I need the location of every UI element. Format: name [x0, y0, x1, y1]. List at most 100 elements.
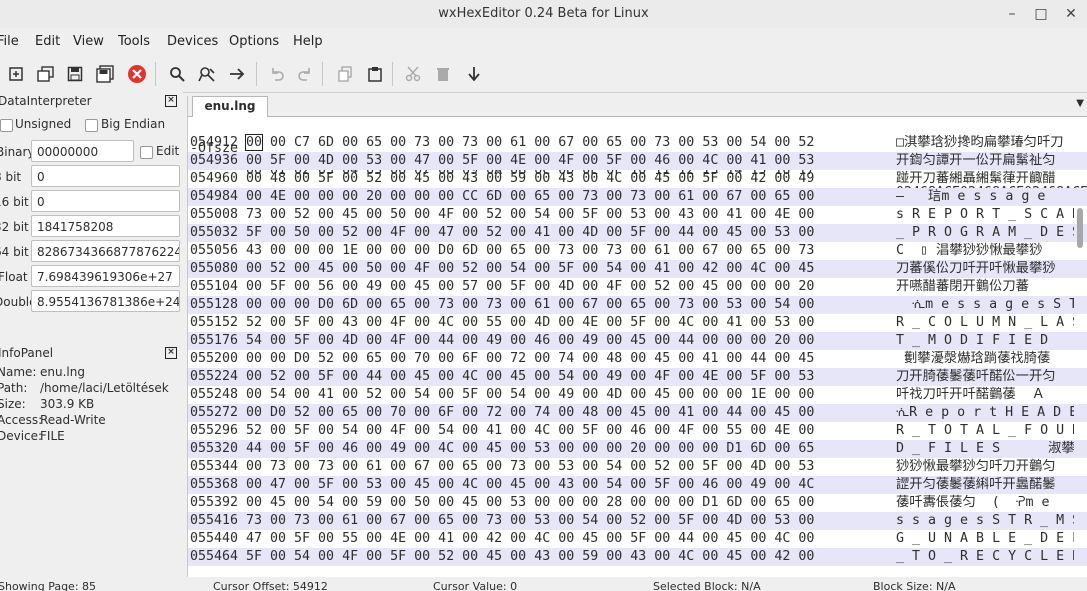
- goto-icon[interactable]: [224, 61, 250, 87]
- row-text[interactable]: 䔀吀夀倀䔀匀 ( ᣑm e: [896, 494, 1074, 512]
- hex-cursor[interactable]: 00: [244, 134, 264, 151]
- row-hex-bytes[interactable]: 00 5F 00 4D 00 53 00 47 00 5F 00 4E 00 4…: [246, 152, 814, 170]
- row-hex-bytes[interactable]: 00 5F 00 56 00 49 00 45 00 57 00 5F 00 4…: [246, 278, 814, 296]
- hex-row[interactable]: 055008 73 00 52 00 45 00 50 00 4F 00 52 0…: [188, 206, 1087, 224]
- row-text[interactable]: 刀蕃傒伀刀吀开吀愀最攀猀: [896, 260, 1074, 278]
- unsigned-checkbox[interactable]: [0, 119, 13, 132]
- row-hex-bytes[interactable]: 00 47 00 5F 00 53 00 45 00 4C 00 45 00 4…: [246, 476, 814, 494]
- menu-help[interactable]: Help: [293, 34, 323, 49]
- save-as-icon[interactable]: [92, 61, 118, 87]
- row-hex-bytes[interactable]: 00 52 00 45 00 50 00 4F 00 52 00 54 00 5…: [246, 260, 814, 278]
- row-text[interactable]: 吀䄀刀吀开吀䤀䴀䔀 Ａ: [896, 386, 1074, 404]
- hex-row[interactable]: 055248 00 54 00 41 00 52 00 54 00 5F 00 5…: [188, 386, 1087, 404]
- hex-row[interactable]: 055104 00 5F 00 56 00 49 00 45 00 57 00 5…: [188, 278, 1087, 296]
- tab-dropdown-icon[interactable]: ▼: [1076, 98, 1084, 109]
- double-field[interactable]: 8.9554136781386e+245: [31, 290, 180, 312]
- find-icon[interactable]: [164, 61, 190, 87]
- row-hex-bytes[interactable]: 52 00 5F 00 43 00 4F 00 4C 00 55 00 4D 0…: [246, 314, 814, 332]
- hex-row[interactable]: 055392 00 45 00 54 00 59 00 50 00 45 00 5…: [188, 494, 1087, 512]
- menu-edit[interactable]: Edit: [35, 34, 60, 49]
- hex-row[interactable]: 055176 54 00 5F 00 4D 00 4F 00 44 00 49 0…: [188, 332, 1087, 350]
- row-text[interactable]: 开鍧匀譚开一伀开扁鬀祉匀: [896, 152, 1074, 170]
- row-text[interactable]: 刀开䐀䔀䰀䔀吀䤀伀一开匀: [896, 368, 1074, 386]
- maximize-icon[interactable]: □: [1028, 2, 1054, 26]
- row-hex-bytes[interactable]: 52 00 5F 00 54 00 4F 00 54 00 41 00 4C 0…: [246, 422, 814, 440]
- hex-row[interactable]: 055272 00 D0 52 00 65 00 70 00 6F 00 72 0…: [188, 404, 1087, 422]
- edit-checkbox[interactable]: [140, 146, 153, 159]
- 32bit-field[interactable]: 1841758208: [31, 215, 180, 237]
- hex-row[interactable]: 055368 00 47 00 5F 00 53 00 45 00 4C 00 4…: [188, 476, 1087, 494]
- row-text[interactable]: s s a g e s S T R _ M S: [896, 512, 1074, 530]
- replace-icon[interactable]: [194, 61, 220, 87]
- hex-row[interactable]: 055416 73 00 73 00 61 00 67 00 65 00 73 0…: [188, 512, 1087, 530]
- hex-row[interactable]: 055224 00 52 00 5F 00 44 00 45 00 4C 00 4…: [188, 368, 1087, 386]
- menu-file[interactable]: File: [0, 34, 19, 49]
- row-hex-bytes[interactable]: 00 45 00 54 00 59 00 50 00 45 00 53 00 0…: [246, 494, 814, 512]
- row-text[interactable]: s R E P O R T _ S C A N: [896, 206, 1074, 224]
- row-hex-bytes[interactable]: 00 54 00 41 00 52 00 54 00 5F 00 54 00 4…: [246, 386, 814, 404]
- hex-row[interactable]: 055152 52 00 5F 00 43 00 4F 00 4C 00 55 0…: [188, 314, 1087, 332]
- row-hex-bytes[interactable]: 54 00 5F 00 4D 00 4F 00 44 00 49 00 46 0…: [246, 332, 814, 350]
- new-file-icon[interactable]: [3, 61, 29, 87]
- hex-row[interactable]: 055440 47 00 5F 00 55 00 4E 00 41 00 42 0…: [188, 530, 1087, 548]
- delete-icon[interactable]: [430, 61, 456, 87]
- row-hex-bytes[interactable]: 00 00 D0 52 00 65 00 70 00 6F 00 72 00 7…: [246, 350, 814, 368]
- row-text[interactable]: R _ T O T A L _ F O U N: [896, 422, 1074, 440]
- hex-row[interactable]: 055080 00 52 00 45 00 50 00 4F 00 52 00 5…: [188, 260, 1087, 278]
- row-hex-bytes[interactable]: 00 00 C7 6D 00 65 00 73 00 73 00 61 00 6…: [244, 134, 814, 152]
- hex-row[interactable]: 055464 5F 00 54 00 4F 00 5F 00 52 00 45 0…: [188, 548, 1087, 566]
- insert-icon[interactable]: [461, 61, 487, 87]
- row-text[interactable]: 劐攀瀀漀爀琀䠀䔀䄀䐀䔀: [896, 350, 1074, 368]
- row-hex-bytes[interactable]: 47 00 5F 00 55 00 4E 00 41 00 42 00 4C 0…: [246, 530, 814, 548]
- row-hex-bytes[interactable]: 00 73 00 73 00 61 00 67 00 65 00 73 00 5…: [246, 458, 814, 476]
- close-panel-icon[interactable]: ×: [165, 347, 177, 359]
- tab-enu-lng[interactable]: enu.lng: [192, 96, 268, 117]
- undo-icon[interactable]: [264, 61, 290, 87]
- minimize-icon[interactable]: –: [999, 2, 1025, 26]
- row-hex-bytes[interactable]: 00 48 00 5F 00 52 00 45 00 43 00 59 00 4…: [246, 170, 814, 188]
- row-text[interactable]: ᣐm e s s a g e s S T: [896, 296, 1074, 314]
- hex-row[interactable]: 055320 44 00 5F 00 46 00 49 00 4C 00 45 0…: [188, 440, 1087, 458]
- menu-devices[interactable]: Devices: [167, 34, 218, 49]
- row-hex-bytes[interactable]: 00 00 00 D0 6D 00 65 00 73 00 73 00 61 0…: [246, 296, 814, 314]
- row-text[interactable]: _ T O _ R E C Y C L E B: [896, 548, 1074, 566]
- hex-row[interactable]: 054936 00 5F 00 4D 00 53 00 47 00 5F 00 4…: [188, 152, 1087, 170]
- 8bit-field[interactable]: 0: [31, 165, 180, 187]
- row-hex-bytes[interactable]: 43 00 00 00 1E 00 00 00 D0 6D 00 65 00 7…: [246, 242, 814, 260]
- row-hex-bytes[interactable]: 73 00 52 00 45 00 50 00 4F 00 52 00 54 0…: [246, 206, 814, 224]
- cut-icon[interactable]: [400, 61, 426, 87]
- menu-tools[interactable]: Tools: [118, 34, 150, 49]
- hex-row[interactable]: 054960 00 48 00 5F 00 52 00 45 00 43 00 5…: [188, 170, 1087, 188]
- row-text[interactable]: 猀猀愀最攀猀匀吀刀开䴀匀: [896, 458, 1074, 476]
- vertical-scrollbar[interactable]: [1077, 208, 1083, 248]
- binary-field[interactable]: 00000000: [31, 140, 134, 162]
- row-text[interactable]: 踫开刀蕃緗聶緗鬀葎开齱醋: [896, 170, 1074, 188]
- copy-icon[interactable]: [332, 61, 358, 87]
- close-window-icon[interactable]: ✕: [1058, 2, 1084, 26]
- hex-row[interactable]: 055128 00 00 00 D0 6D 00 65 00 73 00 73 0…: [188, 296, 1087, 314]
- row-hex-bytes[interactable]: 5F 00 50 00 52 00 4F 00 47 00 52 00 41 0…: [246, 224, 814, 242]
- row-text[interactable]: R _ C O L U M N _ L A S: [896, 314, 1074, 332]
- row-text[interactable]: — 琂m e s s a g e: [896, 188, 1074, 206]
- close-file-icon[interactable]: [124, 61, 150, 87]
- menu-options[interactable]: Options: [229, 34, 279, 49]
- close-panel-icon[interactable]: ×: [165, 95, 177, 107]
- paste-icon[interactable]: [362, 61, 388, 87]
- hex-row[interactable]: 054912 00 00 C7 6D 00 65 00 73 00 73 00 6…: [188, 134, 1087, 152]
- row-text[interactable]: D _ F I L E S 淑攀: [896, 440, 1074, 458]
- row-text[interactable]: C ▯ 淐攀猀猀愀最攀猀: [896, 242, 1074, 260]
- hex-row[interactable]: 055032 5F 00 50 00 52 00 4F 00 47 00 52 0…: [188, 224, 1087, 242]
- hex-row[interactable]: 054984 00 4E 00 00 00 20 00 00 00 CC 6D 0…: [188, 188, 1087, 206]
- row-text[interactable]: □淇攀琀猀搀昀扁攀瑃匀吀刀: [896, 134, 1074, 152]
- row-text[interactable]: G _ U N A B L E _ D E L: [896, 530, 1074, 548]
- menu-view[interactable]: View: [73, 34, 104, 49]
- redo-icon[interactable]: [292, 61, 318, 87]
- hex-row[interactable]: 055296 52 00 5F 00 54 00 4F 00 54 00 41 0…: [188, 422, 1087, 440]
- row-hex-bytes[interactable]: 5F 00 54 00 4F 00 5F 00 52 00 45 00 43 0…: [246, 548, 814, 566]
- row-hex-bytes[interactable]: 00 52 00 5F 00 44 00 45 00 4C 00 45 00 5…: [246, 368, 814, 386]
- 16bit-field[interactable]: 0: [31, 190, 180, 212]
- row-text[interactable]: 开嚥醋蕃閉开䴀伀刀蕃: [896, 278, 1074, 296]
- big-endian-checkbox[interactable]: [85, 119, 98, 132]
- float-field[interactable]: 7.698439619306e+27: [31, 265, 180, 287]
- 64bit-field[interactable]: 8286734366877876224: [31, 240, 180, 262]
